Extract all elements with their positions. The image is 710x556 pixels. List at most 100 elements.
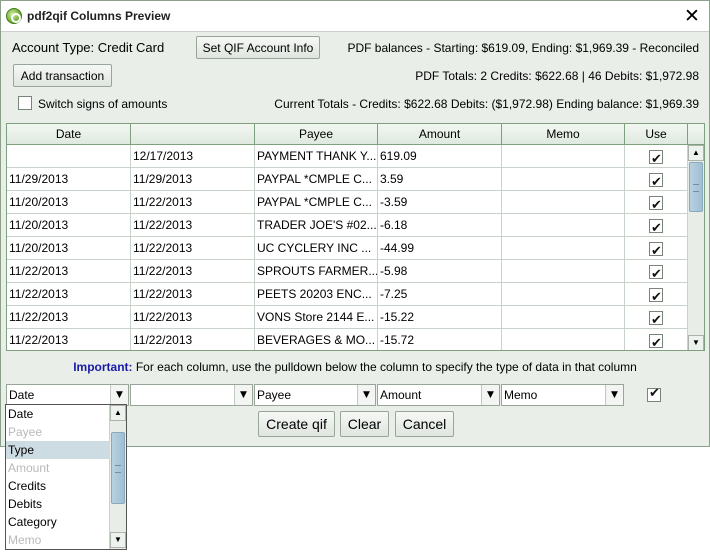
use-checkbox[interactable]: [649, 217, 663, 236]
column-type-select-payee[interactable]: Payee ▼: [254, 384, 376, 406]
cell-amount[interactable]: 619.09: [378, 145, 502, 168]
table-row[interactable]: 12/17/2013 PAYMENT THANK Y... 619.09: [7, 145, 688, 168]
scroll-up-arrow-icon[interactable]: ▲: [688, 145, 704, 161]
cell-date[interactable]: [7, 145, 131, 168]
set-qif-account-info-button[interactable]: Set QIF Account Info: [196, 36, 320, 59]
table-row[interactable]: 11/22/2013 11/22/2013 SPROUTS FARMER... -5.…: [7, 260, 688, 283]
cell-date2[interactable]: 11/22/2013: [131, 283, 255, 306]
cell-payee[interactable]: TRADER JOE'S #02...: [255, 214, 378, 237]
use-checkbox[interactable]: [649, 332, 663, 350]
cell-payee[interactable]: UC CYCLERY INC ...: [255, 237, 378, 260]
cell-date[interactable]: 11/20/2013: [7, 214, 131, 237]
table-row[interactable]: 11/22/2013 11/22/2013 PEETS 20203 ENC... -7…: [7, 283, 688, 306]
cell-payee[interactable]: VONS Store 2144 E...: [255, 306, 378, 329]
cell-memo[interactable]: [502, 329, 625, 350]
use-checkbox[interactable]: [649, 309, 663, 328]
use-checkbox[interactable]: [649, 194, 663, 213]
cell-date2[interactable]: 11/22/2013: [131, 214, 255, 237]
cell-date2[interactable]: 11/22/2013: [131, 191, 255, 214]
cell-payee[interactable]: PAYMENT THANK Y...: [255, 145, 378, 168]
table-row[interactable]: 11/22/2013 11/22/2013 BEVERAGES & MO... -15…: [7, 329, 688, 350]
chevron-down-icon[interactable]: ▼: [110, 385, 128, 405]
chevron-down-icon[interactable]: ▼: [481, 385, 499, 405]
use-checkbox[interactable]: [649, 171, 663, 190]
scroll-down-arrow-icon[interactable]: ▼: [110, 532, 126, 548]
create-qif-button[interactable]: Create qif: [258, 411, 335, 437]
dropdown-option-type[interactable]: Type: [6, 441, 110, 459]
cell-amount[interactable]: -7.25: [378, 283, 502, 306]
cell-date[interactable]: 11/22/2013: [7, 260, 131, 283]
cell-payee[interactable]: PEETS 20203 ENC...: [255, 283, 378, 306]
table-row[interactable]: 11/29/2013 11/29/2013 PAYPAL *CMPLE C... 3.…: [7, 168, 688, 191]
column-type-select-date[interactable]: Date ▼: [6, 384, 129, 406]
cell-payee[interactable]: PAYPAL *CMPLE C...: [255, 168, 378, 191]
cell-memo[interactable]: [502, 237, 625, 260]
column-header-use[interactable]: Use: [625, 124, 688, 145]
cell-amount[interactable]: -5.98: [378, 260, 502, 283]
switch-signs-checkbox[interactable]: [18, 96, 32, 110]
cell-date2[interactable]: 11/22/2013: [131, 329, 255, 350]
chevron-down-icon[interactable]: ▼: [234, 385, 252, 405]
cell-amount[interactable]: -15.72: [378, 329, 502, 350]
use-checkbox[interactable]: [649, 286, 663, 305]
add-transaction-button[interactable]: Add transaction: [13, 64, 112, 87]
cell-amount[interactable]: -3.59: [378, 191, 502, 214]
cell-payee[interactable]: PAYPAL *CMPLE C...: [255, 191, 378, 214]
cell-date[interactable]: 11/22/2013: [7, 329, 131, 350]
cell-date[interactable]: 11/22/2013: [7, 283, 131, 306]
cancel-button[interactable]: Cancel: [395, 411, 454, 437]
scroll-thumb[interactable]: [689, 162, 703, 212]
dropdown-option-category[interactable]: Category: [6, 513, 110, 531]
cell-memo[interactable]: [502, 283, 625, 306]
table-vertical-scrollbar[interactable]: ▲ ▼: [687, 145, 704, 350]
close-button[interactable]: ✕: [683, 6, 701, 26]
cell-date2[interactable]: 11/22/2013: [131, 260, 255, 283]
dropdown-option-date[interactable]: Date: [6, 405, 110, 423]
dropdown-option-credits[interactable]: Credits: [6, 477, 110, 495]
scroll-thumb[interactable]: [111, 432, 125, 504]
cell-date2[interactable]: 12/17/2013: [131, 145, 255, 168]
column-header-date2[interactable]: [131, 124, 255, 145]
cell-date[interactable]: 11/22/2013: [7, 306, 131, 329]
cell-date[interactable]: 11/20/2013: [7, 191, 131, 214]
cell-date[interactable]: 11/20/2013: [7, 237, 131, 260]
table-row[interactable]: 11/20/2013 11/22/2013 UC CYCLERY INC ... -4…: [7, 237, 688, 260]
column-type-dropdown-list[interactable]: ▲ ▼ Date Payee Type Amount Credits Debits Cate…: [5, 404, 127, 550]
cell-memo[interactable]: [502, 260, 625, 283]
column-header-amount[interactable]: Amount: [378, 124, 502, 145]
cell-payee[interactable]: BEVERAGES & MO...: [255, 329, 378, 350]
column-header-payee[interactable]: Payee: [255, 124, 378, 145]
cell-memo[interactable]: [502, 145, 625, 168]
cell-date2[interactable]: 11/29/2013: [131, 168, 255, 191]
table-row[interactable]: 11/22/2013 11/22/2013 VONS Store 2144 E...…: [7, 306, 688, 329]
column-header-memo[interactable]: Memo: [502, 124, 625, 145]
chevron-down-icon[interactable]: ▼: [357, 385, 375, 405]
cell-amount[interactable]: -15.22: [378, 306, 502, 329]
cell-payee[interactable]: SPROUTS FARMER...: [255, 260, 378, 283]
cell-date[interactable]: 11/29/2013: [7, 168, 131, 191]
use-all-checkbox[interactable]: [647, 386, 661, 402]
use-checkbox[interactable]: [649, 263, 663, 282]
dropdown-scrollbar[interactable]: ▲ ▼: [109, 405, 126, 549]
cell-memo[interactable]: [502, 306, 625, 329]
scroll-down-arrow-icon[interactable]: ▼: [688, 335, 704, 350]
table-row[interactable]: 11/20/2013 11/22/2013 PAYPAL *CMPLE C... -3…: [7, 191, 688, 214]
scroll-up-arrow-icon[interactable]: ▲: [110, 405, 126, 421]
clear-button[interactable]: Clear: [340, 411, 389, 437]
column-header-date[interactable]: Date: [7, 124, 131, 145]
cell-memo[interactable]: [502, 214, 625, 237]
cell-memo[interactable]: [502, 191, 625, 214]
cell-amount[interactable]: -6.18: [378, 214, 502, 237]
table-row[interactable]: 11/20/2013 11/22/2013 TRADER JOE'S #02... -…: [7, 214, 688, 237]
chevron-down-icon[interactable]: ▼: [605, 385, 623, 405]
use-checkbox[interactable]: [649, 240, 663, 259]
cell-date2[interactable]: 11/22/2013: [131, 237, 255, 260]
cell-date2[interactable]: 11/22/2013: [131, 306, 255, 329]
use-checkbox[interactable]: [649, 148, 663, 167]
column-type-select-date2[interactable]: ▼: [130, 384, 253, 406]
column-type-select-memo[interactable]: Memo ▼: [501, 384, 624, 406]
cell-amount[interactable]: 3.59: [378, 168, 502, 191]
cell-memo[interactable]: [502, 168, 625, 191]
cell-amount[interactable]: -44.99: [378, 237, 502, 260]
column-type-select-amount[interactable]: Amount ▼: [377, 384, 500, 406]
